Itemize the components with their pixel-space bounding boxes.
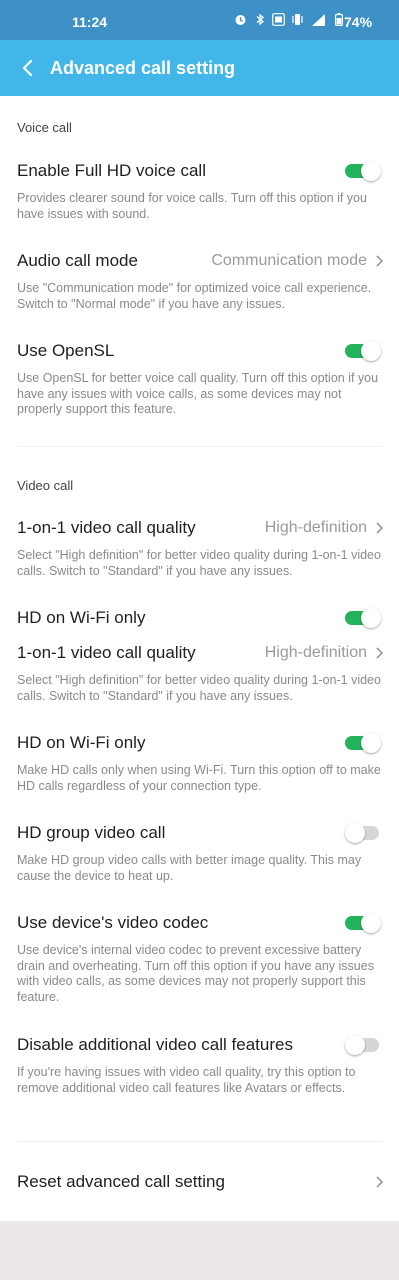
hd-wifi-only-toggle[interactable] bbox=[345, 733, 381, 753]
alarm-icon bbox=[234, 13, 247, 26]
setting-description: If you're having issues with video call … bbox=[17, 1065, 356, 1095]
bluetooth-icon bbox=[253, 13, 266, 26]
app-bar: Advanced call setting bbox=[0, 40, 399, 96]
section-header-voice: Voice call bbox=[17, 120, 72, 135]
section-divider bbox=[17, 446, 383, 447]
setting-description: Use device's internal video codec to pre… bbox=[17, 943, 374, 1004]
vibrate-icon bbox=[291, 13, 304, 26]
setting-label: HD on Wi-Fi only bbox=[17, 733, 146, 752]
page-title: Advanced call setting bbox=[50, 58, 236, 78]
setting-label: 1-on-1 video call quality bbox=[17, 518, 196, 537]
status-time: 11:24 bbox=[72, 14, 108, 30]
toggle-knob bbox=[345, 1035, 365, 1055]
setting-description: Make HD group video calls with better im… bbox=[17, 853, 362, 883]
toggle-knob bbox=[345, 823, 365, 843]
setting-video-quality[interactable]: 1-on-1 video call quality High-definitio… bbox=[0, 511, 399, 583]
signal-4g-icon bbox=[310, 13, 326, 26]
opensl-toggle[interactable] bbox=[345, 341, 381, 361]
setting-use-opensl[interactable]: Use OpenSL Use OpenSL for better voice c… bbox=[0, 334, 399, 424]
setting-label: HD group video call bbox=[17, 823, 166, 842]
toggle-knob bbox=[361, 913, 381, 933]
setting-hd-wifi-only[interactable]: HD on Wi-Fi only bbox=[0, 601, 399, 633]
section-header-video: Video call bbox=[17, 478, 74, 493]
section-divider bbox=[17, 1141, 383, 1142]
setting-hd-group-video[interactable]: HD group video call Make HD group video … bbox=[0, 816, 399, 888]
chevron-right-icon bbox=[374, 1175, 384, 1189]
setting-label: HD on Wi-Fi only bbox=[17, 608, 146, 627]
disable-features-toggle[interactable] bbox=[345, 1035, 381, 1055]
setting-hd-wifi-only[interactable]: HD on Wi-Fi only Make HD calls only when… bbox=[0, 726, 399, 798]
toggle-knob bbox=[361, 161, 381, 181]
video-quality-value: High-definition bbox=[264, 519, 367, 536]
setting-description: Use "Communication mode" for optimized v… bbox=[17, 281, 372, 311]
full-hd-voice-toggle[interactable] bbox=[345, 161, 381, 181]
hd-wifi-only-toggle[interactable] bbox=[345, 608, 381, 628]
setting-disable-video-features[interactable]: Disable additional video call features I… bbox=[0, 1028, 399, 1118]
setting-description: Select "High definition" for better vide… bbox=[17, 548, 381, 578]
setting-video-quality[interactable]: 1-on-1 video call quality High-definitio… bbox=[0, 636, 399, 708]
back-arrow-icon[interactable] bbox=[18, 58, 38, 78]
setting-device-video-codec[interactable]: Use device's video codec Use device's in… bbox=[0, 906, 399, 1010]
setting-label: Reset advanced call setting bbox=[17, 1172, 225, 1191]
settings-list: Voice call Enable Full HD voice call Pro… bbox=[0, 96, 399, 1221]
toggle-knob bbox=[361, 733, 381, 753]
setting-label: Audio call mode bbox=[17, 251, 138, 270]
setting-description: Select "High definition" for better vide… bbox=[17, 673, 381, 703]
battery-percent: 74% bbox=[344, 14, 373, 30]
video-quality-value: High-definition bbox=[264, 644, 367, 661]
setting-label: Enable Full HD voice call bbox=[17, 161, 206, 180]
setting-full-hd-voice[interactable]: Enable Full HD voice call Provides clear… bbox=[0, 154, 399, 226]
video-codec-toggle[interactable] bbox=[345, 913, 381, 933]
setting-label: Use OpenSL bbox=[17, 341, 115, 360]
chevron-right-icon bbox=[374, 254, 384, 268]
setting-label: Disable additional video call features bbox=[17, 1035, 293, 1054]
audio-mode-value: Communication mode bbox=[211, 252, 367, 269]
reset-advanced-call-setting[interactable]: Reset advanced call setting bbox=[0, 1164, 399, 1200]
toggle-knob bbox=[361, 608, 381, 628]
setting-label: Use device's video codec bbox=[17, 913, 209, 932]
hd-group-video-toggle[interactable] bbox=[345, 823, 381, 843]
setting-description: Use OpenSL for better voice call quality… bbox=[17, 371, 379, 416]
volte-icon bbox=[272, 13, 285, 26]
setting-label: 1-on-1 video call quality bbox=[17, 643, 196, 662]
chevron-right-icon bbox=[374, 521, 384, 535]
status-icons bbox=[234, 13, 345, 26]
setting-description: Make HD calls only when using Wi-Fi. Tur… bbox=[17, 763, 381, 793]
setting-description: Provides clearer sound for voice calls. … bbox=[17, 191, 367, 221]
setting-audio-call-mode[interactable]: Audio call mode Communication mode Use "… bbox=[0, 244, 399, 316]
toggle-knob bbox=[361, 341, 381, 361]
chevron-right-icon bbox=[374, 646, 384, 660]
status-bar: 11:24 74% bbox=[0, 0, 399, 40]
